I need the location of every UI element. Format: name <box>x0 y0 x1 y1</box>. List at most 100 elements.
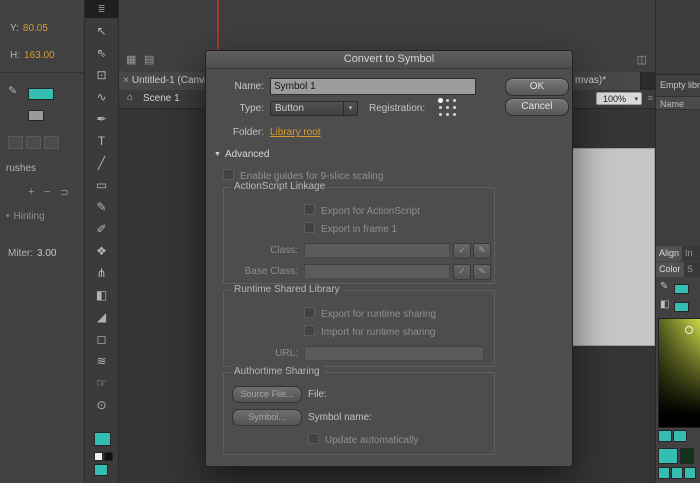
stroke-color-swatch[interactable] <box>28 88 54 100</box>
checkbox-box[interactable] <box>304 307 315 318</box>
class-edit-button[interactable]: ✎ <box>473 243 491 259</box>
miter-value[interactable]: 3.00 <box>37 248 56 259</box>
pencil-tool[interactable]: ✎ <box>85 196 118 218</box>
add-brush-icon[interactable]: + <box>28 186 34 198</box>
update-automatically-checkbox[interactable]: Update automatically <box>308 433 418 446</box>
timeline-panel-icon[interactable]: ◫ <box>637 53 647 66</box>
color-fill-swatch[interactable] <box>674 302 689 312</box>
color-picker-gradient[interactable] <box>658 318 700 428</box>
swatch-chip[interactable] <box>680 448 694 464</box>
folder-link[interactable]: Library root <box>270 127 321 138</box>
registration-dot[interactable] <box>446 113 449 116</box>
swap-color-swatch[interactable] <box>94 464 108 476</box>
tab-color[interactable]: Color <box>656 262 684 277</box>
timeline-frames-icon[interactable]: ▦ <box>126 53 136 66</box>
brush-preset-icon[interactable]: ⊃ <box>60 186 69 199</box>
default-colors-black-swatch[interactable] <box>104 452 113 461</box>
swatch-chip[interactable] <box>684 467 696 479</box>
checkbox-box[interactable] <box>304 204 315 215</box>
export-runtime-sharing-checkbox[interactable]: Export for runtime sharing <box>304 307 436 320</box>
selection-tool[interactable]: ↖ <box>85 20 118 42</box>
base-class-validate-button[interactable]: ✓ <box>453 264 471 280</box>
line-tool[interactable]: ╱ <box>85 152 118 174</box>
base-class-field[interactable] <box>304 264 450 279</box>
url-field[interactable] <box>304 346 484 361</box>
y-value[interactable]: 80.05 <box>23 23 48 34</box>
fill-style-swatch[interactable] <box>28 110 44 121</box>
cancel-button[interactable]: Cancel <box>505 98 569 116</box>
advanced-toggle[interactable]: ▼Advanced <box>214 148 269 160</box>
bone-tool[interactable]: ⋔ <box>85 262 118 284</box>
style-option-button[interactable] <box>44 136 59 149</box>
editbar-menu-icon[interactable]: ≡ <box>648 93 653 103</box>
h-value[interactable]: 163.00 <box>24 50 55 61</box>
checkbox-box[interactable] <box>304 222 315 233</box>
registration-dot[interactable] <box>453 106 456 109</box>
hinting-row[interactable]: ▾Hinting <box>6 210 45 222</box>
width-tool[interactable]: ≋ <box>85 350 118 372</box>
registration-dot[interactable] <box>438 98 443 103</box>
symbol-button[interactable]: Symbol... <box>232 409 302 426</box>
registration-dot[interactable] <box>439 113 442 116</box>
fill-color-swatch[interactable] <box>94 432 111 446</box>
type-dropdown[interactable]: Button ▾ <box>270 101 358 116</box>
style-option-button[interactable] <box>8 136 23 149</box>
base-class-edit-button[interactable]: ✎ <box>473 264 491 280</box>
playhead[interactable] <box>217 0 219 50</box>
export-for-actionscript-checkbox[interactable]: Export for ActionScript <box>304 204 420 217</box>
eyedropper-tool[interactable]: ◢ <box>85 306 118 328</box>
text-tool[interactable]: T <box>85 130 118 152</box>
name-input[interactable] <box>270 78 476 95</box>
free-transform-tool[interactable]: ⊡ <box>85 64 118 86</box>
hand-tool[interactable]: ☞ <box>85 372 118 394</box>
pen-tool[interactable]: ✒ <box>85 108 118 130</box>
scene-breadcrumb[interactable]: Scene 1 <box>143 93 180 104</box>
subselection-tool[interactable]: ⇖ <box>85 42 118 64</box>
registration-dot[interactable] <box>453 113 456 116</box>
zoom-dropdown[interactable]: 100% ▾ <box>596 92 642 105</box>
swatch-chip[interactable] <box>673 430 687 442</box>
checkbox-box[interactable] <box>308 433 319 444</box>
library-item-list[interactable] <box>656 111 700 246</box>
registration-grid[interactable] <box>437 97 458 118</box>
document-tab[interactable]: ×Untitled-1 (Canvas <box>119 72 209 90</box>
source-file-button[interactable]: Source File... <box>232 386 302 403</box>
tab-close-icon[interactable]: × <box>123 75 129 86</box>
color-stroke-pencil-icon[interactable]: ✎ <box>660 281 668 292</box>
color-fill-bucket-icon[interactable]: ◧ <box>660 299 669 310</box>
tab-swatches[interactable]: S <box>684 262 700 277</box>
color-stroke-swatch[interactable] <box>674 284 689 294</box>
import-runtime-sharing-checkbox[interactable]: Import for runtime sharing <box>304 325 436 338</box>
home-icon[interactable]: ⌂ <box>127 92 133 103</box>
stage[interactable] <box>566 148 655 346</box>
paint-bucket-tool[interactable]: ◧ <box>85 284 118 306</box>
eraser-tool[interactable]: ◻ <box>85 328 118 350</box>
registration-dot[interactable] <box>446 106 449 109</box>
tab-info[interactable]: In <box>682 246 700 261</box>
checkbox-box[interactable] <box>223 169 234 180</box>
timeline-folder-icon[interactable]: ▤ <box>144 53 154 66</box>
brush-tool[interactable]: ✐ <box>85 218 118 240</box>
document-tab-fragment[interactable]: mvas)* <box>571 72 641 90</box>
export-in-frame1-checkbox[interactable]: Export in frame 1 <box>304 222 397 235</box>
swatch-chip[interactable] <box>671 467 683 479</box>
swatch-chip[interactable] <box>658 467 670 479</box>
class-validate-button[interactable]: ✓ <box>453 243 471 259</box>
registration-dot[interactable] <box>453 99 456 102</box>
tab-align[interactable]: Align <box>656 246 682 261</box>
deco-tool[interactable]: ❖ <box>85 240 118 262</box>
panel-menu-icon[interactable]: ≣ <box>98 4 106 14</box>
default-colors-white-swatch[interactable] <box>94 452 103 461</box>
swatch-chip[interactable] <box>658 430 672 442</box>
style-option-button[interactable] <box>26 136 41 149</box>
color-picker-cursor[interactable] <box>685 326 693 334</box>
zoom-tool[interactable]: ⊙ <box>85 394 118 416</box>
remove-brush-icon[interactable]: − <box>44 186 50 198</box>
swatch-chip[interactable] <box>658 448 678 464</box>
checkbox-box[interactable] <box>304 325 315 336</box>
lasso-tool[interactable]: ∿ <box>85 86 118 108</box>
rectangle-tool[interactable]: ▭ <box>85 174 118 196</box>
class-field[interactable] <box>304 243 450 258</box>
registration-dot[interactable] <box>439 106 442 109</box>
registration-dot[interactable] <box>446 99 449 102</box>
